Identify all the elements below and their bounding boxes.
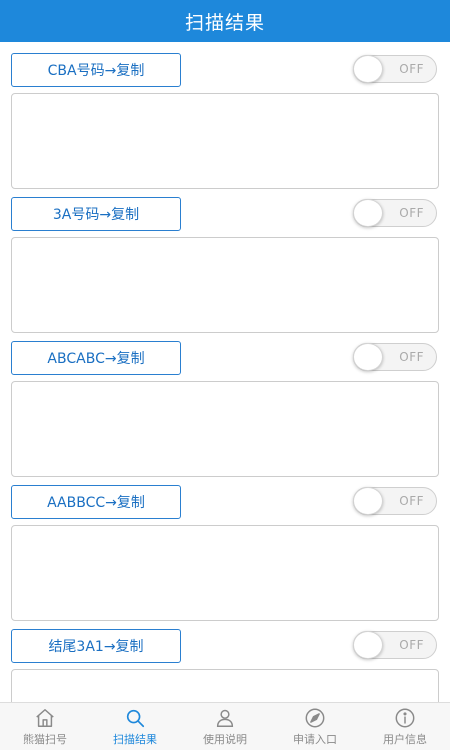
user-icon: [214, 707, 236, 729]
tab-label: 申请入口: [293, 732, 337, 746]
tab-label: 扫描结果: [113, 732, 157, 746]
result-section-3a: 3A号码→复制 OFF: [0, 186, 450, 333]
result-textarea-abcabc[interactable]: [11, 381, 439, 477]
toggle-3a[interactable]: OFF: [353, 199, 437, 227]
toggle-state-label: OFF: [399, 350, 424, 364]
toggle-abcabc[interactable]: OFF: [353, 343, 437, 371]
toggle-ending-3a1[interactable]: OFF: [353, 631, 437, 659]
copy-abcabc-button[interactable]: ABCABC→复制: [11, 341, 181, 375]
toggle-state-label: OFF: [399, 494, 424, 508]
search-icon: [124, 707, 146, 729]
result-section-cba: CBA号码→复制 OFF: [0, 42, 450, 189]
tab-label: 熊猫扫号: [23, 732, 67, 746]
toggle-knob: [353, 487, 383, 515]
toggle-knob: [353, 199, 383, 227]
result-textarea-aabbcc[interactable]: [11, 525, 439, 621]
tab-application-entry[interactable]: 申请入口: [270, 703, 360, 750]
toggle-state-label: OFF: [399, 206, 424, 220]
result-textarea-3a[interactable]: [11, 237, 439, 333]
result-textarea-ending-3a1[interactable]: [11, 669, 439, 702]
copy-aabbcc-button[interactable]: AABBCC→复制: [11, 485, 181, 519]
home-icon: [34, 707, 56, 729]
copy-3a-button[interactable]: 3A号码→复制: [11, 197, 181, 231]
result-section-ending-3a1: 结尾3A1→复制 OFF: [0, 618, 450, 702]
toggle-aabbcc[interactable]: OFF: [353, 487, 437, 515]
tab-label: 使用说明: [203, 732, 247, 746]
toggle-cba[interactable]: OFF: [353, 55, 437, 83]
toggle-knob: [353, 631, 383, 659]
info-icon: [394, 707, 416, 729]
navigation-icon: [304, 707, 326, 729]
toggle-state-label: OFF: [399, 638, 424, 652]
bottom-tab-bar: 熊猫扫号 扫描结果 使用说明 申请入口 用户信息: [0, 702, 450, 750]
screen: 扫描结果 CBA号码→复制 OFF 3A号码→复制 OFF ABCABC→复制 …: [0, 0, 450, 750]
result-section-abcabc: ABCABC→复制 OFF: [0, 330, 450, 477]
tab-label: 用户信息: [383, 732, 427, 746]
tab-scan-results[interactable]: 扫描结果: [90, 703, 180, 750]
toggle-knob: [353, 343, 383, 371]
results-list[interactable]: CBA号码→复制 OFF 3A号码→复制 OFF ABCABC→复制 OFF A…: [0, 42, 450, 702]
copy-cba-button[interactable]: CBA号码→复制: [11, 53, 181, 87]
tab-panda-scan[interactable]: 熊猫扫号: [0, 703, 90, 750]
result-section-aabbcc: AABBCC→复制 OFF: [0, 474, 450, 621]
tab-instructions[interactable]: 使用说明: [180, 703, 270, 750]
header-bar: 扫描结果: [0, 0, 450, 42]
toggle-state-label: OFF: [399, 62, 424, 76]
result-textarea-cba[interactable]: [11, 93, 439, 189]
tab-user-info[interactable]: 用户信息: [360, 703, 450, 750]
toggle-knob: [353, 55, 383, 83]
page-title: 扫描结果: [184, 11, 265, 34]
copy-ending-3a1-button[interactable]: 结尾3A1→复制: [11, 629, 181, 663]
